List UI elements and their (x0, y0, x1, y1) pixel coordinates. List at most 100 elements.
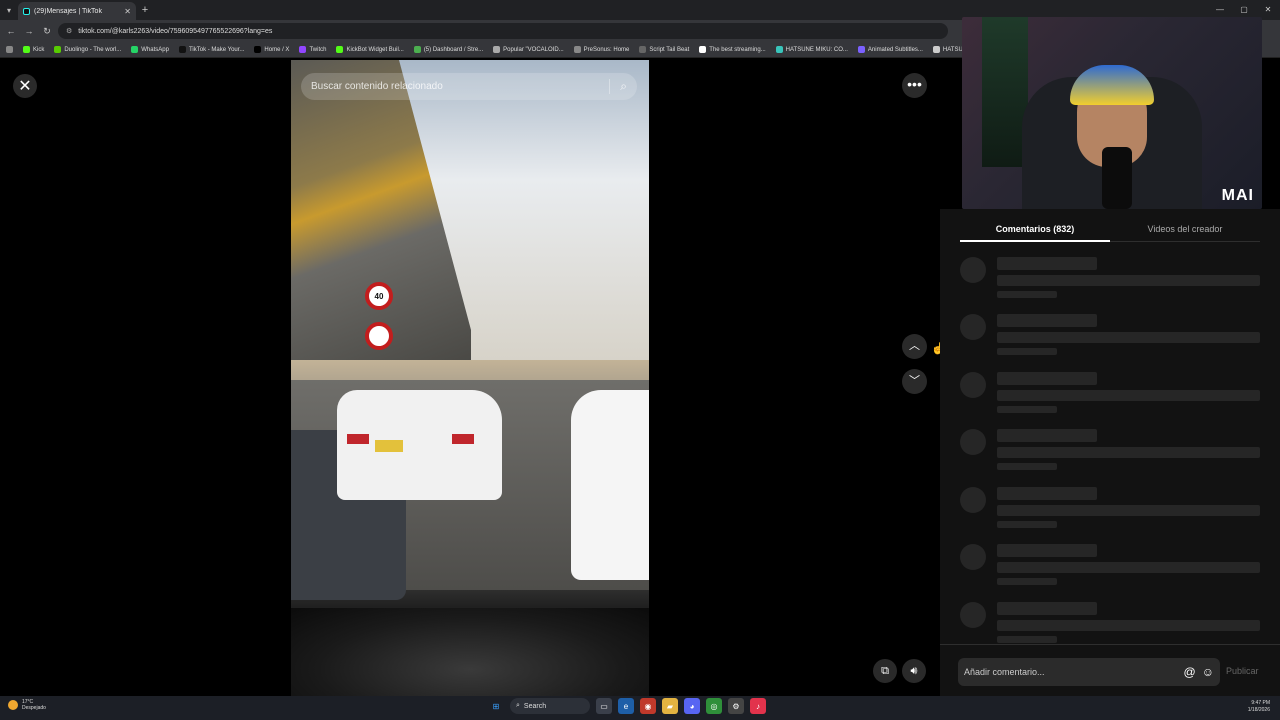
bookmark-item[interactable]: Twitch (299, 46, 326, 53)
close-video-button[interactable]: ✕ (13, 74, 37, 98)
floating-player-button[interactable]: ⧉ (873, 659, 897, 683)
screen: ▾ (29)Mensajes | TikTok ✕ + — ▢ ✕ ← → ↻ … (0, 0, 1280, 720)
close-icon: ✕ (18, 78, 32, 95)
taillight (452, 434, 474, 444)
reload-icon[interactable]: ↻ (40, 26, 54, 37)
emoji-icon[interactable]: ☺ (1202, 665, 1214, 679)
skeleton-line (997, 429, 1097, 442)
comment-skeleton (960, 429, 1260, 479)
browser-tab[interactable]: (29)Mensajes | TikTok ✕ (18, 2, 136, 20)
related-search-input[interactable]: Buscar contenido relacionado ⌕ (301, 73, 637, 100)
bookmark-label: Kick (33, 46, 45, 53)
skeleton-avatar (960, 314, 986, 340)
skeleton-line (997, 487, 1097, 500)
task-view-icon[interactable]: ▭ (596, 698, 612, 714)
new-tab-button[interactable]: + (136, 4, 154, 16)
tab-comments[interactable]: Comentarios (832) (960, 209, 1110, 242)
skeleton-avatar (960, 487, 986, 513)
bookmark-label: WhatsApp (141, 46, 169, 53)
volume-button[interactable]: 🔊︎ (902, 659, 926, 683)
skeleton-line (997, 332, 1260, 343)
video-frame-car-right (571, 390, 649, 580)
bookmark-item[interactable]: The best streaming... (699, 46, 766, 53)
tab-search-icon[interactable]: ▾ (0, 0, 18, 20)
edge-icon[interactable]: e (618, 698, 634, 714)
tab-close-icon[interactable]: ✕ (124, 7, 131, 16)
bookmark-favicon-icon (299, 46, 307, 53)
comment-skeleton (960, 487, 1260, 537)
settings-icon[interactable]: ⚙ (728, 698, 744, 714)
previous-video-button[interactable]: ︿ (902, 334, 927, 359)
bookmark-favicon-icon (493, 46, 501, 53)
bookmark-item[interactable]: Kick (23, 46, 44, 53)
skeleton-avatar (960, 257, 986, 283)
skeleton-line (997, 447, 1260, 458)
panel-tabs: Comentarios (832) Videos del creador (960, 209, 1260, 242)
video-player[interactable]: 40 (291, 60, 649, 696)
skeleton-line (997, 602, 1097, 615)
forward-icon[interactable]: → (22, 26, 36, 36)
bookmark-favicon-icon (639, 46, 647, 53)
skeleton-line (997, 291, 1057, 298)
skeleton-line (997, 314, 1097, 327)
bookmark-label: Popular "VOCALOID... (503, 46, 564, 53)
bookmark-label: Script Tail Beat (649, 46, 690, 53)
skeleton-line (997, 372, 1097, 385)
bookmark-item[interactable]: Duolingo - The worl... (54, 46, 121, 53)
comment-input[interactable]: Añadir comentario... @ ☺ (958, 658, 1220, 686)
taskbar-apps: ⊞ ⌕ Search ▭ e ◉ ▰ ◕ ◎ ⚙ ♪ (488, 698, 766, 714)
bookmark-item[interactable]: Popular "VOCALOID... (493, 46, 564, 53)
skeleton-line (997, 521, 1057, 528)
music-icon[interactable]: ♪ (750, 698, 766, 714)
search-icon[interactable]: ⌕ (620, 79, 627, 94)
bookmark-item[interactable]: KickBot Widget Buil... (336, 46, 404, 53)
floating-player-icon: ⧉ (881, 665, 889, 677)
publish-button[interactable]: Publicar (1226, 666, 1259, 676)
bookmark-item[interactable]: PreSonus: Home (573, 46, 630, 53)
apps-icon[interactable] (6, 46, 13, 53)
bookmark-favicon-icon (131, 46, 139, 53)
site-info-icon[interactable]: ⚙ (66, 27, 72, 35)
discord-icon[interactable]: ◕ (684, 698, 700, 714)
bookmark-label: Duolingo - The worl... (64, 46, 122, 53)
bookmark-favicon-icon (336, 46, 344, 53)
next-video-button[interactable]: ﹀ (902, 369, 927, 394)
bookmark-item[interactable]: Script Tail Beat (639, 46, 689, 53)
bookmark-item[interactable]: HATSUNE MIKU: CO... (775, 46, 848, 53)
windows-start-icon[interactable]: ⊞ (488, 698, 504, 714)
bookmark-favicon-icon (699, 46, 707, 53)
taskbar-search[interactable]: ⌕ Search (510, 698, 590, 714)
skeleton-line (997, 578, 1057, 585)
bookmark-favicon-icon (178, 46, 186, 53)
windows-taskbar: 17°C Despejado ⊞ ⌕ Search ▭ e ◉ ▰ ◕ ◎ ⚙ … (0, 696, 1280, 720)
skeleton-avatar (960, 372, 986, 398)
more-options-button[interactable]: ••• (902, 73, 927, 98)
webcam-brand-logo: MAI (1221, 187, 1254, 204)
weather-condition: Despejado (22, 705, 46, 711)
skeleton-line (997, 257, 1097, 270)
weather-icon (8, 700, 18, 710)
bookmark-item[interactable]: Animated Subtitles... (857, 46, 923, 53)
bookmark-item[interactable]: TikTok - Make Your... (178, 46, 244, 53)
clock-time: 9:47 PM (1251, 700, 1270, 706)
at-icon[interactable]: @ (1184, 665, 1196, 679)
search-icon: ⌕ (516, 702, 520, 709)
skeleton-line (997, 390, 1260, 401)
back-icon[interactable]: ← (4, 26, 18, 36)
bookmark-item[interactable]: (5) Dashboard / Stre... (413, 46, 483, 53)
skeleton-line (997, 562, 1260, 573)
app-icon[interactable]: ◉ (640, 698, 656, 714)
comment-skeleton (960, 372, 1260, 422)
system-clock[interactable]: 9:47 PM 1/18/2026 (1248, 700, 1270, 714)
file-explorer-icon[interactable]: ▰ (662, 698, 678, 714)
tab-creator-videos[interactable]: Videos del creador (1110, 209, 1260, 241)
chrome-icon[interactable]: ◎ (706, 698, 722, 714)
bookmark-label: PreSonus: Home (583, 46, 630, 53)
taillight (347, 434, 369, 444)
url-field[interactable]: ⚙ tiktok.com/@karls2263/video/7596095497… (58, 23, 948, 39)
bookmark-label: HATSUNE MIKU: CO... (785, 46, 848, 53)
weather-widget[interactable]: 17°C Despejado (8, 699, 46, 711)
bookmark-label: Home / X (264, 46, 290, 53)
bookmark-item[interactable]: Home / X (254, 46, 289, 53)
bookmark-item[interactable]: WhatsApp (131, 46, 169, 53)
